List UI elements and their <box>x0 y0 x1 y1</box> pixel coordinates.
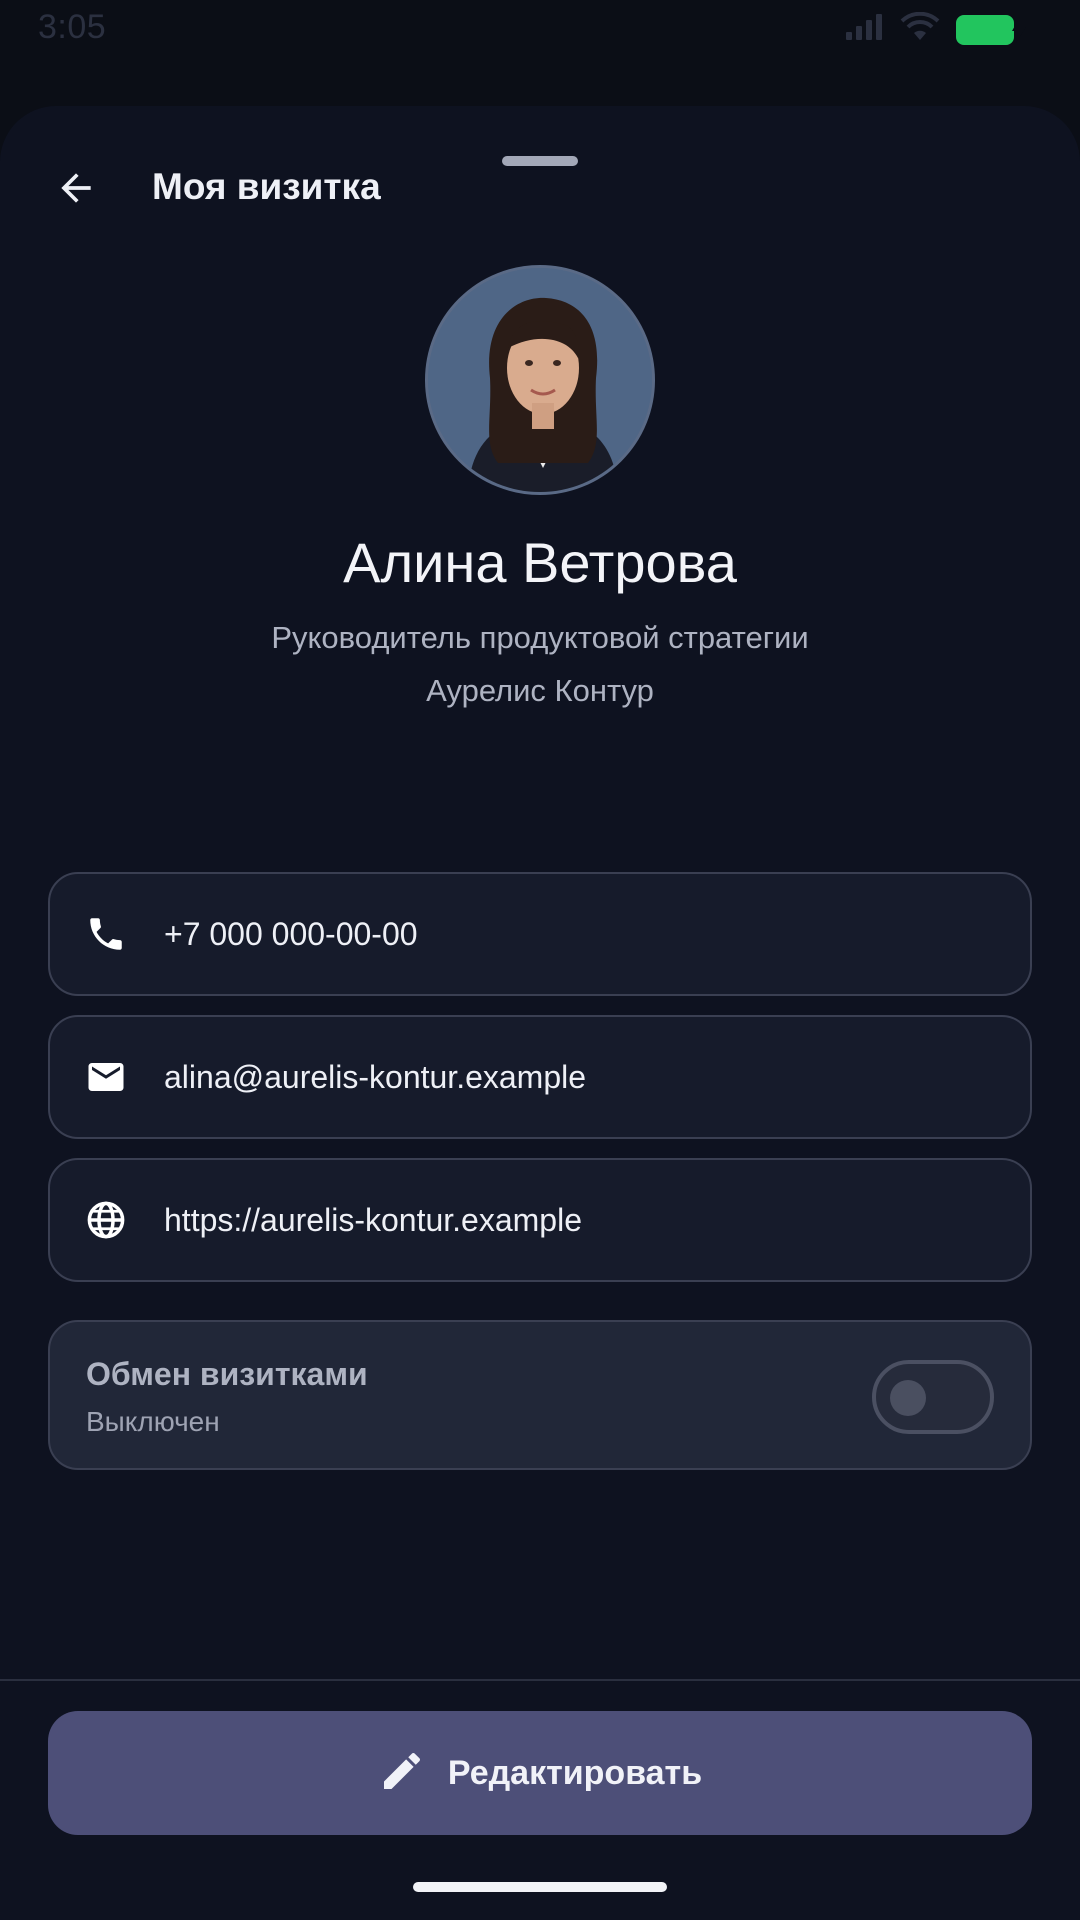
arrow-back-icon <box>54 166 98 215</box>
screen: 3:05 Моя визитка Алина Ветрова Руководит… <box>0 0 1080 1920</box>
profile-role: Руководитель продуктовой стратегии <box>271 620 809 655</box>
exchange-title: Обмен визитками <box>86 1356 368 1392</box>
email-card[interactable]: alina@aurelis-kontur.example <box>48 1015 1032 1139</box>
phone-value: +7 000 000-00-00 <box>164 915 418 952</box>
mail-icon <box>84 1055 128 1099</box>
profile-name: Алина Ветрова <box>343 531 737 594</box>
edit-button-label: Редактировать <box>447 1753 703 1792</box>
signal-icon <box>844 12 884 47</box>
avatar <box>425 265 655 495</box>
exchange-card: Обмен визитками Выключен <box>48 1320 1032 1470</box>
wifi-icon <box>900 11 940 47</box>
status-icons <box>844 11 1026 47</box>
exchange-status: Выключен <box>86 1406 220 1437</box>
phone-icon <box>84 912 128 956</box>
back-button[interactable] <box>38 152 114 228</box>
email-value: alina@aurelis-kontur.example <box>164 1058 587 1095</box>
phone-card[interactable]: +7 000 000-00-00 <box>48 872 1032 996</box>
pencil-icon <box>378 1747 426 1800</box>
edit-button[interactable]: Редактировать <box>48 1711 1032 1835</box>
battery-charging-icon <box>956 14 1026 45</box>
profile-company: Аурелис Контур <box>426 673 654 708</box>
app-bar: Моя визитка <box>0 146 1080 234</box>
home-indicator[interactable] <box>413 1882 667 1892</box>
website-value: https://aurelis-kontur.example <box>164 1201 582 1238</box>
exchange-toggle[interactable] <box>872 1360 994 1434</box>
status-bar: 3:05 <box>0 0 1080 60</box>
divider <box>0 1679 1080 1681</box>
website-card[interactable]: https://aurelis-kontur.example <box>48 1158 1032 1282</box>
toggle-knob <box>890 1380 926 1416</box>
page-title: Моя визитка <box>152 166 381 207</box>
globe-icon <box>84 1198 128 1242</box>
status-time: 3:05 <box>38 8 107 46</box>
